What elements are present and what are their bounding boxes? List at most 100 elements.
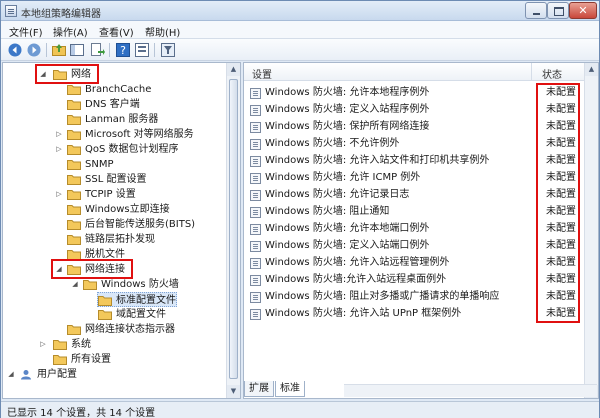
tab-extended[interactable]: 扩展 [244,381,274,397]
scroll-thumb[interactable] [229,79,238,379]
scroll-down-icon[interactable]: ▼ [227,385,240,398]
tree-item-qos[interactable]: ▷ QoS 数据包计划程序 [3,142,227,157]
menu-file[interactable]: 文件(F) [9,24,43,39]
tab-standard[interactable]: 标准 [275,381,305,397]
settings-list-pane[interactable]: 设置 状态 Windows 防火墙: 允许本地程序例外 未配置 Windows … [243,62,599,399]
tree-item-label: TCPIP 设置 [85,189,136,200]
tree-item-branchcache[interactable]: BranchCache [3,82,227,97]
highlight-box-network-connections [51,259,133,279]
folder-icon [67,189,81,200]
policy-row[interactable]: Windows 防火墙:允许入站远程桌面例外 未配置 [244,272,582,288]
close-button[interactable]: ✕ [569,2,597,19]
tree-item-bits[interactable]: 后台智能传送服务(BITS) [3,217,227,232]
policy-row[interactable]: Windows 防火墙: 定义入站端口例外 未配置 [244,238,582,254]
toolbar: ? [1,39,599,61]
menu-view[interactable]: 查看(V) [99,24,134,39]
toolbar-separator [154,43,155,57]
policy-row[interactable]: Windows 防火墙: 允许入站文件和打印机共享例外 未配置 [244,153,582,169]
folder-icon [67,144,81,155]
show-hide-tree-icon[interactable] [69,42,85,58]
tree-item-windows-firewall[interactable]: ◢ Windows 防火墙 [3,277,227,292]
tree-item-snmp[interactable]: SNMP [3,157,227,172]
tree-item-windows-connect-now[interactable]: Windows立即连接 [3,202,227,217]
policy-name: Windows 防火墙: 定义入站程序例外 [265,104,430,115]
tree-item-label: 后台智能传送服务(BITS) [85,219,196,230]
up-folder-icon[interactable] [51,42,67,58]
policy-name: Windows 防火墙: 阻止对多播或广播请求的单播响应 [265,291,500,302]
folder-icon [67,114,81,125]
tree-item-dns-client[interactable]: DNS 客户端 [3,97,227,112]
policy-row[interactable]: Windows 防火墙: 允许本地端口例外 未配置 [244,221,582,237]
policy-row[interactable]: Windows 防火墙: 允许 ICMP 例外 未配置 [244,170,582,186]
policy-row[interactable]: Windows 防火墙: 定义入站程序例外 未配置 [244,102,582,118]
expand-toggle-icon[interactable]: ▷ [55,127,63,142]
forward-icon[interactable] [26,42,42,58]
help-icon[interactable]: ? [115,42,131,58]
folder-icon [67,204,81,215]
maximize-button[interactable] [547,2,569,19]
policy-row[interactable]: Windows 防火墙: 阻止对多播或广播请求的单播响应 未配置 [244,289,582,305]
tree-item-lanman-server[interactable]: Lanman 服务器 [3,112,227,127]
filter-icon[interactable] [160,42,176,58]
tree-pane[interactable]: ◢ 网络 BranchCache DNS 客户端 Lanman 服务器 ▷ Mi… [2,62,241,399]
policy-row[interactable]: Windows 防火墙: 保护所有网络连接 未配置 [244,119,582,135]
minimize-button[interactable] [525,2,547,19]
expand-toggle-icon[interactable]: ◢ [71,277,79,292]
expand-toggle-icon[interactable]: ◢ [7,367,15,382]
policy-row[interactable]: Windows 防火墙: 允许入站远程管理例外 未配置 [244,255,582,271]
expand-toggle-icon[interactable]: ▷ [55,142,63,157]
toolbar-separator [46,43,47,57]
tree-item-label: 网络连接状态指示器 [85,324,175,335]
back-icon[interactable] [7,42,23,58]
tree-item-ssl[interactable]: SSL 配置设置 [3,172,227,187]
policy-row[interactable]: Windows 防火墙: 允许本地程序例外 未配置 [244,85,582,101]
tree-item-standard-profile[interactable]: 标准配置文件 [97,292,177,307]
export-list-icon[interactable] [89,42,105,58]
folder-icon [67,174,81,185]
tree-item-label: 标准配置文件 [116,295,176,306]
folder-icon [67,129,81,140]
tree-item-lltd[interactable]: 链路层拓扑发现 [3,232,227,247]
menu-action[interactable]: 操作(A) [53,24,88,39]
policy-setting-icon [250,241,261,252]
tree-item-all-settings[interactable]: 所有设置 [3,352,227,367]
tree-item-label: BranchCache [85,84,152,95]
folder-icon [67,159,81,170]
expand-toggle-icon[interactable]: ▷ [55,187,63,202]
menu-help[interactable]: 帮助(H) [145,24,180,39]
properties-icon[interactable] [134,42,150,58]
policy-row[interactable]: Windows 防火墙: 阻止通知 未配置 [244,204,582,220]
policy-name: Windows 防火墙: 允许记录日志 [265,189,410,200]
title-bar[interactable]: 本地组策略编辑器 ✕ [1,1,599,21]
column-header-setting[interactable]: 设置 [252,66,272,81]
tree-item-user-configuration[interactable]: ◢ 用户配置 [3,367,227,382]
tree-item-label: 所有设置 [71,354,111,365]
tree-item-label: Lanman 服务器 [85,114,159,125]
list-horizontal-scrollbar[interactable] [344,384,597,397]
tree-item-ncsi[interactable]: 网络连接状态指示器 [3,322,227,337]
tree-item-label: 域配置文件 [116,309,166,320]
scroll-up-icon[interactable]: ▲ [227,63,240,76]
policy-row[interactable]: Windows 防火墙: 不允许例外 未配置 [244,136,582,152]
column-divider[interactable] [531,63,532,81]
tree-item-microsoft-p2p[interactable]: ▷ Microsoft 对等网络服务 [3,127,227,142]
policy-setting-icon [250,190,261,201]
app-icon [5,5,17,17]
list-header: 设置 状态 [244,63,598,81]
list-vertical-scrollbar[interactable]: ▲ ▼ [584,63,598,398]
policy-row[interactable]: Windows 防火墙: 允许记录日志 未配置 [244,187,582,203]
policy-row[interactable]: Windows 防火墙: 允许入站 UPnP 框架例外 未配置 [244,306,582,322]
scroll-up-icon[interactable]: ▲ [585,63,598,76]
tree-item-tcpip[interactable]: ▷ TCPIP 设置 [3,187,227,202]
tree-item-label: Microsoft 对等网络服务 [85,129,194,140]
tree-vertical-scrollbar[interactable]: ▲ ▼ [226,63,240,398]
tree-item-label: DNS 客户端 [85,99,140,110]
expand-toggle-icon[interactable]: ▷ [39,337,47,352]
tree-item-system[interactable]: ▷ 系统 [3,337,227,352]
column-header-status[interactable]: 状态 [542,66,562,81]
folder-icon [98,295,112,306]
policy-setting-icon [250,258,261,269]
policy-name: Windows 防火墙: 保护所有网络连接 [265,121,430,132]
tree-item-domain-profile[interactable]: 域配置文件 [3,307,227,322]
menu-bar: 文件(F) 操作(A) 查看(V) 帮助(H) [1,21,599,39]
